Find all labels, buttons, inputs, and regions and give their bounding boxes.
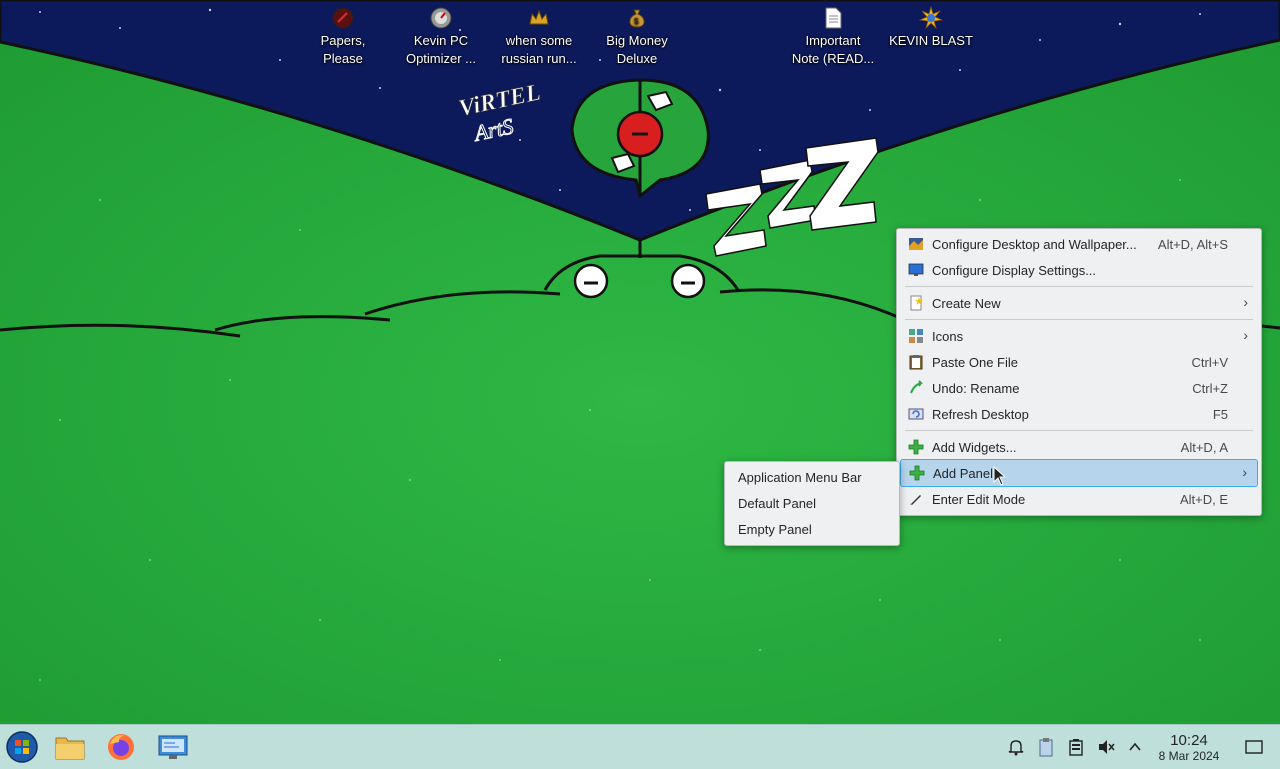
clock-time: 10:24: [1170, 732, 1208, 749]
add-panel-submenu: Application Menu Bar Default Panel Empty…: [724, 461, 900, 546]
undo-icon: [907, 379, 925, 397]
palette-icon: [907, 235, 925, 253]
clock[interactable]: 10:24 8 Mar 2024: [1148, 732, 1230, 764]
desktop-context-menu: Configure Desktop and Wallpaper... Alt+D…: [896, 228, 1262, 516]
desktop-icon-big-money-deluxe[interactable]: $ Big Money Deluxe: [589, 6, 685, 68]
refresh-icon: [907, 405, 925, 423]
menu-item-create-new[interactable]: Create New ›: [900, 290, 1258, 316]
chevron-up-icon: [1129, 742, 1141, 751]
menu-item-paste[interactable]: Paste One File Ctrl+V: [900, 349, 1258, 375]
start-menu-icon: [6, 731, 38, 763]
menu-item-undo[interactable]: Undo: Rename Ctrl+Z: [900, 375, 1258, 401]
show-desktop-icon: [1245, 740, 1263, 754]
edit-icon: [907, 490, 925, 508]
menu-separator: [905, 286, 1253, 287]
menu-item-refresh[interactable]: Refresh Desktop F5: [900, 401, 1258, 427]
desktop-icon-label: Big Money Deluxe: [606, 33, 668, 66]
submenu-item-empty-panel[interactable]: Empty Panel: [728, 516, 896, 542]
file-manager-icon: [55, 737, 85, 760]
menu-item-configure-desktop[interactable]: Configure Desktop and Wallpaper... Alt+D…: [900, 231, 1258, 257]
show-desktop-button[interactable]: [1244, 737, 1264, 757]
menu-item-add-widgets[interactable]: Add Widgets... Alt+D, A: [900, 434, 1258, 460]
menu-separator: [905, 319, 1253, 320]
battery-icon: [1069, 739, 1083, 756]
clipboard-icon: [1039, 738, 1053, 757]
blast-icon: [919, 6, 943, 30]
desktop-icon-kevin-blast[interactable]: KEVIN BLAST: [883, 6, 979, 50]
desktop-icon-important-note[interactable]: Important Note (READ...: [785, 6, 881, 68]
seal-icon: [332, 7, 354, 29]
start-menu-button[interactable]: [4, 729, 40, 765]
add-icon: [908, 464, 926, 482]
submenu-item-application-menu-bar[interactable]: Application Menu Bar: [728, 464, 896, 490]
monitor-icon: [907, 261, 925, 279]
mouse-cursor-icon: [993, 466, 1007, 486]
icons-grid-icon: [907, 327, 925, 345]
tray-volume[interactable]: [1096, 737, 1116, 757]
crown-icon: [529, 9, 549, 25]
taskbar-file-manager[interactable]: [52, 729, 88, 765]
chevron-right-icon: ›: [1243, 294, 1248, 310]
tray-clipboard[interactable]: [1036, 737, 1056, 757]
desktop-icon-russian-run[interactable]: when some russian run...: [491, 6, 587, 68]
system-settings-icon: [158, 735, 188, 759]
desktop-icon-label: KEVIN BLAST: [889, 33, 973, 48]
submenu-item-default-panel[interactable]: Default Panel: [728, 490, 896, 516]
new-file-icon: [907, 294, 925, 312]
desktop[interactable]: ViRTEL ArtS Papers, Please Kevin PC Opti…: [0, 0, 1280, 724]
tray-expand[interactable]: [1125, 737, 1145, 757]
tray-notifications[interactable]: [1006, 737, 1026, 757]
chevron-right-icon: ›: [1243, 327, 1248, 343]
taskbar-system-settings[interactable]: [155, 729, 191, 765]
clock-date: 8 Mar 2024: [1158, 749, 1220, 763]
desktop-icon-label: Kevin PC Optimizer ...: [405, 33, 477, 66]
menu-item-icons[interactable]: Icons ›: [900, 323, 1258, 349]
money-bag-icon: $: [629, 9, 645, 28]
gauge-icon: [430, 7, 452, 29]
svg-text:$: $: [634, 17, 639, 26]
menu-item-edit-mode[interactable]: Enter Edit Mode Alt+D, E: [900, 486, 1258, 512]
firefox-icon: [108, 734, 134, 760]
tray-battery[interactable]: [1066, 737, 1086, 757]
notifications-icon: [1008, 740, 1024, 756]
desktop-icon-kevin-pc-optimizer[interactable]: Kevin PC Optimizer ...: [393, 6, 489, 68]
chevron-right-icon: ›: [1242, 464, 1247, 480]
desktop-icon-label: when some russian run...: [501, 33, 577, 66]
desktop-icon-papers-please[interactable]: Papers, Please: [295, 6, 391, 68]
menu-item-configure-display[interactable]: Configure Display Settings...: [900, 257, 1258, 283]
add-icon: [907, 438, 925, 456]
document-icon: [825, 7, 842, 29]
desktop-icon-label: Important Note (READ...: [791, 33, 875, 66]
menu-item-add-panel[interactable]: Add Panel ›: [900, 459, 1258, 487]
menu-separator: [905, 430, 1253, 431]
volume-muted-icon: [1099, 740, 1115, 754]
taskbar: 10:24 8 Mar 2024: [0, 724, 1280, 769]
paste-icon: [907, 353, 925, 371]
desktop-icon-label: Papers, Please: [320, 33, 366, 66]
taskbar-firefox[interactable]: [103, 729, 139, 765]
